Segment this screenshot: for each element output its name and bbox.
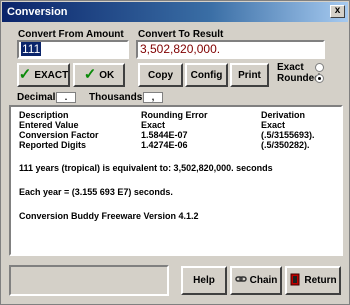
details-row: Reported Digits 1.4274E-06 (.5/350282). bbox=[19, 140, 333, 150]
title-bar: Conversion x bbox=[2, 2, 348, 22]
header-rounding-error: Rounding Error bbox=[141, 110, 208, 120]
window-title: Conversion bbox=[7, 6, 68, 18]
rounded-option-label: Rounded bbox=[277, 73, 321, 84]
return-button-label: Return bbox=[304, 275, 337, 286]
exact-button[interactable]: ✓ EXACT bbox=[17, 63, 70, 87]
chain-button-label: Chain bbox=[249, 275, 278, 286]
amount-input[interactable]: 111 bbox=[17, 40, 129, 59]
thousands-input[interactable]: , bbox=[143, 92, 163, 103]
row-rounding-error: Exact bbox=[141, 120, 166, 130]
exact-option-label: Exact bbox=[277, 62, 304, 73]
help-button[interactable]: Help bbox=[181, 266, 227, 295]
status-box bbox=[9, 265, 169, 296]
header-derivation: Derivation bbox=[261, 110, 306, 120]
rounded-radio[interactable] bbox=[315, 74, 324, 83]
close-button[interactable]: x bbox=[330, 5, 345, 18]
version-text: Conversion Buddy Freeware Version 4.1.2 bbox=[19, 211, 199, 221]
exact-radio[interactable] bbox=[315, 63, 324, 72]
ok-button[interactable]: ✓ OK bbox=[73, 63, 125, 87]
thousands-label: Thousands: bbox=[89, 92, 146, 103]
conversion-window: Conversion x Convert From Amount 111 Con… bbox=[0, 0, 350, 305]
details-header: Description Rounding Error Derivation bbox=[19, 110, 333, 120]
result-output[interactable]: 3,502,820,000. bbox=[136, 40, 325, 59]
decimal-input[interactable]: . bbox=[56, 92, 76, 103]
result-sentence: 111 years (tropical) is equivalent to: 3… bbox=[19, 163, 273, 173]
return-button[interactable]: Return bbox=[285, 266, 341, 295]
amount-value: 111 bbox=[21, 42, 42, 56]
details-panel: Description Rounding Error Derivation En… bbox=[9, 105, 343, 256]
decimal-label: Decimal: bbox=[17, 92, 59, 103]
year-definition: Each year = (3.155 693 E7) seconds. bbox=[19, 187, 173, 197]
row-derivation: Exact bbox=[261, 120, 286, 130]
row-description: Entered Value bbox=[19, 120, 79, 130]
row-rounding-error: 1.4274E-06 bbox=[141, 140, 188, 150]
details-row: Conversion Factor 1.5844E-07 (.5/3155693… bbox=[19, 130, 333, 140]
check-icon: ✓ bbox=[18, 66, 32, 83]
help-button-label: Help bbox=[193, 275, 215, 286]
print-button[interactable]: Print bbox=[230, 63, 269, 87]
config-button-label: Config bbox=[190, 69, 223, 81]
row-derivation: (.5/350282). bbox=[261, 140, 310, 150]
row-description: Conversion Factor bbox=[19, 130, 99, 140]
result-label: Convert To Result bbox=[138, 29, 224, 40]
details-row: Entered Value Exact Exact bbox=[19, 120, 333, 130]
chain-icon bbox=[234, 273, 247, 288]
ok-button-label: OK bbox=[99, 69, 115, 81]
print-button-label: Print bbox=[238, 69, 261, 81]
row-derivation: (.5/3155693). bbox=[261, 130, 315, 140]
row-rounding-error: 1.5844E-07 bbox=[141, 130, 188, 140]
header-description: Description bbox=[19, 110, 69, 120]
result-value: 3,502,820,000. bbox=[140, 42, 221, 56]
config-button[interactable]: Config bbox=[185, 63, 228, 87]
exact-button-label: EXACT bbox=[34, 69, 69, 81]
check-icon: ✓ bbox=[83, 66, 97, 83]
row-description: Reported Digits bbox=[19, 140, 87, 150]
chain-button[interactable]: Chain bbox=[230, 266, 282, 295]
copy-button[interactable]: Copy bbox=[138, 63, 183, 87]
amount-label: Convert From Amount bbox=[18, 29, 124, 40]
exit-door-icon bbox=[289, 273, 301, 289]
copy-button-label: Copy bbox=[148, 69, 173, 81]
